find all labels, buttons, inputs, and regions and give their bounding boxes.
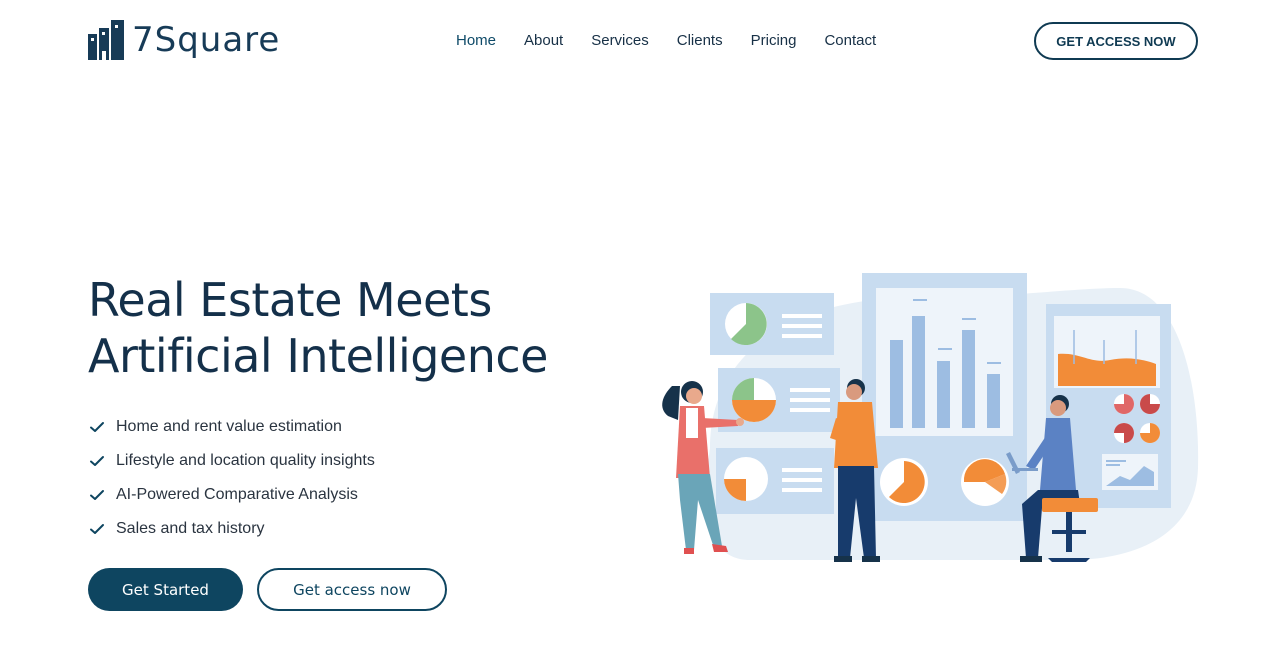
main-nav: Home About Services Clients Pricing Cont… [456,31,904,51]
building-bars-icon [88,20,124,60]
get-started-button[interactable]: Get Started [88,568,243,611]
nav-contact[interactable]: Contact [824,31,876,51]
brand-logo[interactable]: 7Square [88,20,280,60]
nav-services[interactable]: Services [591,31,649,51]
nav-home[interactable]: Home [456,31,496,51]
hero-title-line-2: Artificial Intelligence [88,329,548,383]
brand-name: 7Square [132,20,281,60]
feature-label: Lifestyle and location quality insights [116,452,375,469]
get-access-now-button[interactable]: GET ACCESS NOW [1034,22,1198,60]
feature-list: Home and rent value estimation Lifestyle… [88,410,375,546]
check-icon [90,524,104,534]
feature-item: Home and rent value estimation [88,410,375,444]
feature-item: Sales and tax history [88,512,375,546]
check-icon [90,490,104,500]
feature-label: Sales and tax history [116,520,265,537]
check-icon [90,422,104,432]
feature-item: Lifestyle and location quality insights [88,444,375,478]
data-analytics-illustration [662,273,1199,562]
site-header: 7Square Home About Services Clients Pric… [0,0,1262,82]
nav-clients[interactable]: Clients [677,31,723,51]
check-icon [90,456,104,466]
nav-about[interactable]: About [524,31,563,51]
feature-label: Home and rent value estimation [116,418,342,435]
feature-label: AI-Powered Comparative Analysis [116,486,358,503]
hero-title: Real Estate Meets Artificial Intelligenc… [88,272,608,384]
feature-item: AI-Powered Comparative Analysis [88,478,375,512]
get-access-button[interactable]: Get access now [257,568,447,611]
nav-pricing[interactable]: Pricing [751,31,797,51]
hero-title-line-1: Real Estate Meets [88,273,492,327]
